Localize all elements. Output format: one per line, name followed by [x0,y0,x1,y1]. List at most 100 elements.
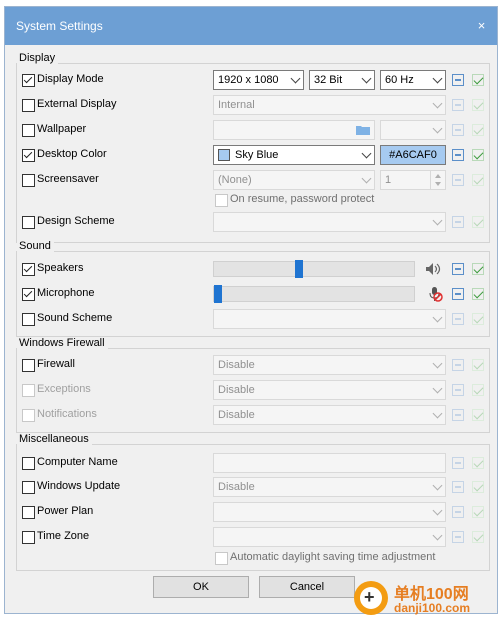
apply-icon[interactable] [452,174,464,186]
design-scheme-select[interactable] [213,212,446,232]
folder-icon[interactable] [356,125,370,135]
chevron-down-icon [432,408,443,419]
design-scheme-label: Design Scheme [37,215,115,227]
wallpaper-checkbox[interactable] [22,124,35,137]
external-display-select[interactable]: Internal [213,95,446,115]
confirm-check-icon[interactable] [472,506,484,518]
sound-group: Sound Speakers Microphone Sound Scheme [16,240,490,337]
confirm-check-icon[interactable] [472,313,484,325]
dst-checkbox[interactable] [215,552,228,565]
power-plan-select[interactable] [213,502,446,522]
screensaver-minutes-stepper[interactable]: 1 [380,170,446,190]
screensaver-checkbox[interactable] [22,174,35,187]
confirm-check-icon[interactable] [472,74,484,86]
sound-scheme-select[interactable] [213,309,446,329]
confirm-check-icon[interactable] [472,359,484,371]
confirm-check-icon[interactable] [472,409,484,421]
microphone-label: Microphone [37,287,95,299]
computer-name-input[interactable] [213,453,446,473]
display-mode-checkbox[interactable] [22,74,35,87]
chevron-down-icon [290,73,301,84]
apply-icon[interactable] [452,531,464,543]
apply-icon[interactable] [452,74,464,86]
confirm-check-icon[interactable] [472,263,484,275]
exceptions-checkbox[interactable] [22,384,35,397]
slider-thumb[interactable] [214,285,222,303]
notifications-select[interactable]: Disable [213,405,446,425]
microphone-muted-icon[interactable] [427,286,443,302]
title-bar[interactable]: System Settings × [5,7,497,45]
color-depth-select[interactable]: 32 Bit [309,70,375,90]
firewall-select[interactable]: Disable [213,355,446,375]
design-scheme-checkbox[interactable] [22,216,35,229]
confirm-check-icon[interactable] [472,457,484,469]
speaker-icon[interactable] [425,262,441,276]
apply-icon[interactable] [452,288,464,300]
wallpaper-style-select[interactable] [380,120,446,140]
apply-icon[interactable] [452,99,464,111]
refresh-rate-select[interactable]: 60 Hz [380,70,446,90]
resolution-select[interactable]: 1920 x 1080 [213,70,304,90]
chevron-down-icon [432,358,443,369]
desktop-color-label: Desktop Color [37,148,107,160]
chevron-down-icon [432,530,443,541]
microphone-row: Microphone [17,284,489,304]
desktop-color-hex[interactable]: #A6CAF0 [380,145,446,165]
cancel-button[interactable]: Cancel [259,576,355,598]
firewall-checkbox[interactable] [22,359,35,372]
windows-update-checkbox[interactable] [22,481,35,494]
spin-up-icon[interactable] [435,174,441,178]
apply-icon[interactable] [452,263,464,275]
desktop-color-checkbox[interactable] [22,149,35,162]
desktop-color-select[interactable]: Sky Blue [213,145,375,165]
chevron-down-icon [432,480,443,491]
sound-scheme-checkbox[interactable] [22,313,35,326]
apply-icon[interactable] [452,481,464,493]
confirm-check-icon[interactable] [472,216,484,228]
computer-name-label: Computer Name [37,456,118,468]
sound-scheme-label: Sound Scheme [37,312,113,324]
external-display-checkbox[interactable] [22,99,35,112]
apply-icon[interactable] [452,506,464,518]
confirm-check-icon[interactable] [472,531,484,543]
apply-icon[interactable] [452,384,464,396]
apply-icon[interactable] [452,124,464,136]
spin-buttons[interactable] [430,171,445,189]
close-button[interactable]: × [475,19,488,32]
confirm-check-icon[interactable] [472,124,484,136]
display-mode-label: Display Mode [37,73,104,85]
notifications-checkbox[interactable] [22,409,35,422]
chevron-down-icon [432,312,443,323]
chevron-down-icon [432,215,443,226]
resume-password-checkbox[interactable] [215,194,228,207]
speakers-row: Speakers [17,259,489,279]
computer-name-checkbox[interactable] [22,457,35,470]
speakers-checkbox[interactable] [22,263,35,276]
spin-down-icon[interactable] [435,182,441,186]
time-zone-checkbox[interactable] [22,531,35,544]
power-plan-checkbox[interactable] [22,506,35,519]
screensaver-label: Screensaver [37,173,99,185]
confirm-check-icon[interactable] [472,384,484,396]
confirm-check-icon[interactable] [472,99,484,111]
confirm-check-icon[interactable] [472,288,484,300]
exceptions-select[interactable]: Disable [213,380,446,400]
speakers-volume-slider[interactable] [213,260,415,278]
apply-icon[interactable] [452,409,464,421]
confirm-check-icon[interactable] [472,149,484,161]
confirm-check-icon[interactable] [472,174,484,186]
windows-update-select[interactable]: Disable [213,477,446,497]
apply-icon[interactable] [452,216,464,228]
screensaver-select[interactable]: (None) [213,170,375,190]
confirm-check-icon[interactable] [472,481,484,493]
time-zone-select[interactable] [213,527,446,547]
slider-thumb[interactable] [295,260,303,278]
apply-icon[interactable] [452,149,464,161]
ok-button[interactable]: OK [153,576,249,598]
microphone-volume-slider[interactable] [213,285,415,303]
wallpaper-path-input[interactable] [213,120,375,140]
apply-icon[interactable] [452,457,464,469]
microphone-checkbox[interactable] [22,288,35,301]
apply-icon[interactable] [452,313,464,325]
apply-icon[interactable] [452,359,464,371]
